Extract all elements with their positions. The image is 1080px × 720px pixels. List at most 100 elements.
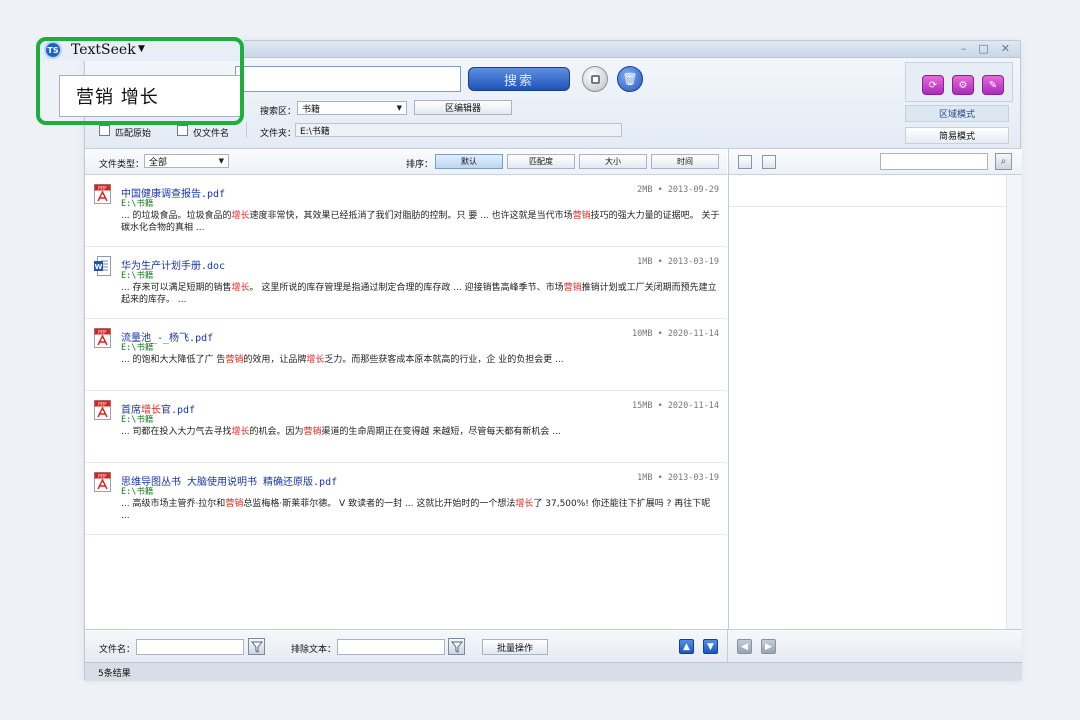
sort-relevance-button[interactable]: 匹配度 <box>507 154 575 169</box>
sort-size-button[interactable]: 大小 <box>579 154 647 169</box>
result-item[interactable]: W 华为生产计划手册.doc E:\书籍 1MB • 2013-03-19... 存来… <box>85 247 727 319</box>
result-meta: 1MB • 2013-03-19 <box>637 473 719 483</box>
result-item[interactable]: PDF 思维导图丛书 大脑使用说明书 精确还原版.pdf E:\书籍 1MB • 20… <box>85 463 727 535</box>
result-path[interactable]: E:\书籍 <box>121 485 153 497</box>
result-path[interactable]: E:\书籍 <box>121 269 153 281</box>
filename-only-checkbox[interactable] <box>177 125 188 136</box>
sort-default-button[interactable]: 默认 <box>435 154 503 169</box>
window-controls: – □ ✕ <box>961 42 1010 55</box>
sort-bar: 文件类型： 全部 ▼ 排序： 默认 匹配度 大小 时间 <box>85 149 727 175</box>
preview-search-input[interactable] <box>880 153 988 170</box>
sort-time-button[interactable]: 时间 <box>651 154 719 169</box>
folder-label: 文件夹： <box>260 129 297 139</box>
close-button[interactable]: ✕ <box>1001 42 1010 55</box>
result-size: 1MB <box>637 257 653 267</box>
keyword-highlight: 增长 <box>231 427 250 437</box>
maximize-button[interactable]: □ <box>978 42 988 55</box>
batch-operation-button[interactable]: 批量操作 <box>482 639 548 655</box>
result-item[interactable]: PDF 流量池_-_杨飞.pdf E:\书籍 10MB • 2020-11-14...… <box>85 319 727 391</box>
svg-text:PDF: PDF <box>98 473 107 479</box>
result-count: 5条结果 <box>98 668 131 679</box>
search-query-field[interactable]: 营销 增长 <box>59 75 243 117</box>
result-meta: 2MB • 2013-09-29 <box>637 185 719 195</box>
separator: • <box>652 257 668 267</box>
preview-search-button[interactable]: ⌕ <box>995 153 1012 170</box>
result-snippet: ... 的饱和大大降低了广 告营销的效用，让品牌增长乏力。而那些获客成本原本就高… <box>121 354 721 366</box>
area-mode-button[interactable]: 区域模式 <box>905 105 1009 122</box>
snippet-text: 速度非常快，其效果已经抵消了我们对脂肪的控制。只 要 ... 也许这就是当代市场 <box>249 211 573 221</box>
bottom-filter-bar: 文件名： 排除文本： 批量操作 ▲ ▼ ◀ ▶ <box>85 629 1022 663</box>
keyword-highlight: 增长 <box>306 355 325 365</box>
keyword-highlight: 营销 <box>225 499 244 509</box>
filename-filter-button[interactable] <box>248 638 265 655</box>
snippet-text: ... 的饱和大大降低了广 告 <box>121 355 226 365</box>
exclude-text-input[interactable] <box>337 639 445 655</box>
result-item[interactable]: PDF 中国健康调查报告.pdf E:\书籍 2MB • 2013-09-29... … <box>85 175 727 247</box>
pdf-icon: PDF <box>94 472 111 492</box>
arrow-up-icon: ▲ <box>683 641 690 652</box>
keyword-highlight: 增长 <box>231 283 250 293</box>
document-icon[interactable] <box>738 155 752 169</box>
previous-button[interactable]: ◀ <box>737 639 752 654</box>
result-item[interactable]: PDF 首席增长官.pdf E:\书籍 15MB • 2020-11-14... 司都… <box>85 391 727 463</box>
result-snippet: ... 高级市场主管乔·拉尔和营销总监梅格·斯莱菲尔德。 V 致读者的一封 ..… <box>121 498 721 522</box>
snippet-text: 。 这里所说的库存管理是指通过制定合理的库存政 ... 迎接销售高峰季节、市场 <box>249 283 564 293</box>
result-path[interactable]: E:\书籍 <box>121 341 153 353</box>
settings-icon[interactable]: ⚙ <box>952 75 974 95</box>
pdf-icon: PDF <box>94 328 111 348</box>
minimize-button[interactable]: – <box>961 42 967 55</box>
result-size: 1MB <box>637 473 653 483</box>
file-type-select[interactable]: 全部 ▼ <box>144 154 229 168</box>
keyword-highlight: 营销 <box>303 427 322 437</box>
result-path[interactable]: E:\书籍 <box>121 197 153 209</box>
mode-panel: ⟳ ⚙ ✎ 区域模式 简易模式 <box>905 62 1013 148</box>
file-type-value: 全部 <box>149 157 168 168</box>
clear-button[interactable]: 🗑 <box>617 66 643 92</box>
textseek-window: – □ ✕ 搜索 🗑 搜索区： 书籍 ▼ 区编辑器 匹配原始 仅文件名 文件夹：… <box>84 40 1022 681</box>
mode-icons: ⟳ ⚙ ✎ <box>905 62 1013 102</box>
move-down-button[interactable]: ▼ <box>703 639 718 654</box>
arrow-right-icon: ▶ <box>765 641 772 652</box>
result-date: 2020-11-14 <box>667 401 719 411</box>
search-area-select[interactable]: 书籍 ▼ <box>297 101 407 115</box>
filename-filter-input[interactable] <box>136 639 244 655</box>
keyword-highlight: 营销 <box>572 211 591 221</box>
chevron-down-icon[interactable]: ▼ <box>138 44 145 54</box>
next-button[interactable]: ▶ <box>761 639 776 654</box>
folder-icon[interactable] <box>762 155 776 169</box>
snippet-text: 总监梅格·斯莱菲尔德。 V 致读者的一封 ... 这就比开始时的一个想法 <box>243 499 516 509</box>
result-snippet: ... 存来可以满足短期的销售增长。 这里所说的库存管理是指通过制定合理的库存政… <box>121 282 721 306</box>
edit-icon[interactable]: ✎ <box>982 75 1004 95</box>
keyword-highlight: 增长 <box>515 499 534 509</box>
refresh-icon[interactable]: ⟳ <box>922 75 944 95</box>
simple-mode-button[interactable]: 简易模式 <box>905 127 1009 144</box>
stop-icon <box>590 74 600 84</box>
result-meta: 1MB • 2013-03-19 <box>637 257 719 267</box>
query-input[interactable] <box>235 66 461 92</box>
match-original-checkbox[interactable] <box>99 125 110 136</box>
result-date: 2020-11-14 <box>667 329 719 339</box>
results-list: PDF 中国健康调查报告.pdf E:\书籍 2MB • 2013-09-29... … <box>85 175 727 629</box>
snippet-text: ... 的垃圾食品。垃圾食品的 <box>121 211 232 221</box>
search-area-label: 搜索区： <box>260 107 297 117</box>
result-path[interactable]: E:\书籍 <box>121 413 153 425</box>
file-type-label: 文件类型： <box>99 160 145 170</box>
exclude-filter-button[interactable] <box>448 638 465 655</box>
trash-icon: 🗑 <box>622 72 638 86</box>
result-meta: 10MB • 2020-11-14 <box>632 329 719 339</box>
separator: • <box>652 401 668 411</box>
search-button[interactable]: 搜索 <box>468 67 570 91</box>
app-title[interactable]: TextSeek <box>71 42 136 58</box>
preview-scrollbar[interactable] <box>1006 175 1022 629</box>
keyword-highlight: 增长 <box>231 211 250 221</box>
area-editor-button[interactable]: 区编辑器 <box>414 100 512 115</box>
snippet-text: 的效用，让品牌 <box>243 355 307 365</box>
arrow-down-icon: ▼ <box>707 641 714 652</box>
app-logo-icon: TS <box>44 41 62 59</box>
result-title[interactable]: 思维导图丛书 大脑使用说明书 精确还原版.pdf <box>121 473 337 488</box>
folder-path-field[interactable]: E:\书籍 <box>295 123 622 137</box>
move-up-button[interactable]: ▲ <box>679 639 694 654</box>
divider <box>246 122 247 138</box>
result-date: 2013-09-29 <box>667 185 719 195</box>
stop-button[interactable] <box>582 66 608 92</box>
